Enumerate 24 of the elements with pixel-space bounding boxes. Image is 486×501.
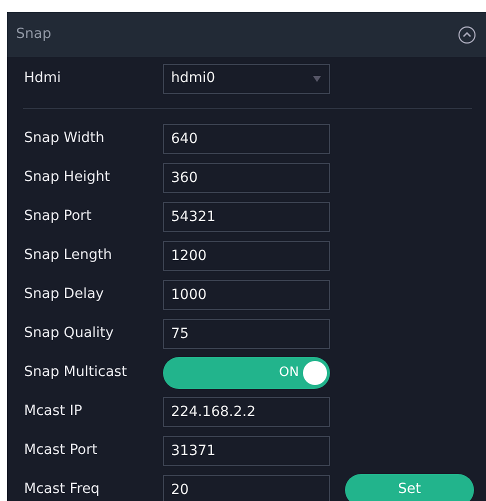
field-label: Mcast IP	[24, 402, 84, 421]
field-label: Mcast Port	[24, 441, 98, 460]
input-field[interactable]: 1000	[163, 280, 330, 310]
field-label: Snap Height	[24, 168, 111, 187]
input-field[interactable]: 75	[163, 318, 330, 348]
field-label: Snap Multicast	[24, 363, 128, 382]
field-label: Snap Length	[24, 246, 113, 265]
collapse-icon[interactable]	[458, 26, 476, 44]
field-label: Snap Port	[24, 207, 92, 226]
input-field[interactable]: 640	[163, 124, 330, 154]
input-field[interactable]: 224.168.2.2	[163, 396, 330, 426]
field-label: Snap Delay	[24, 285, 105, 304]
field-label: Snap Width	[24, 129, 106, 148]
input-field[interactable]: 1200	[163, 240, 330, 270]
field-label: Mcast Freq	[24, 480, 101, 499]
hdmi-dropdown[interactable]: hdmi0	[163, 64, 330, 94]
input-field[interactable]: 31371	[163, 436, 330, 466]
field-label: Snap Quality	[24, 324, 115, 343]
panel-title: Snap	[16, 25, 52, 44]
field-label: Hdmi	[24, 69, 62, 88]
input-field[interactable]: 54321	[163, 202, 330, 232]
input-field[interactable]: 20	[163, 474, 330, 501]
caret-icon	[313, 76, 321, 82]
input-field[interactable]: 360	[163, 162, 330, 192]
